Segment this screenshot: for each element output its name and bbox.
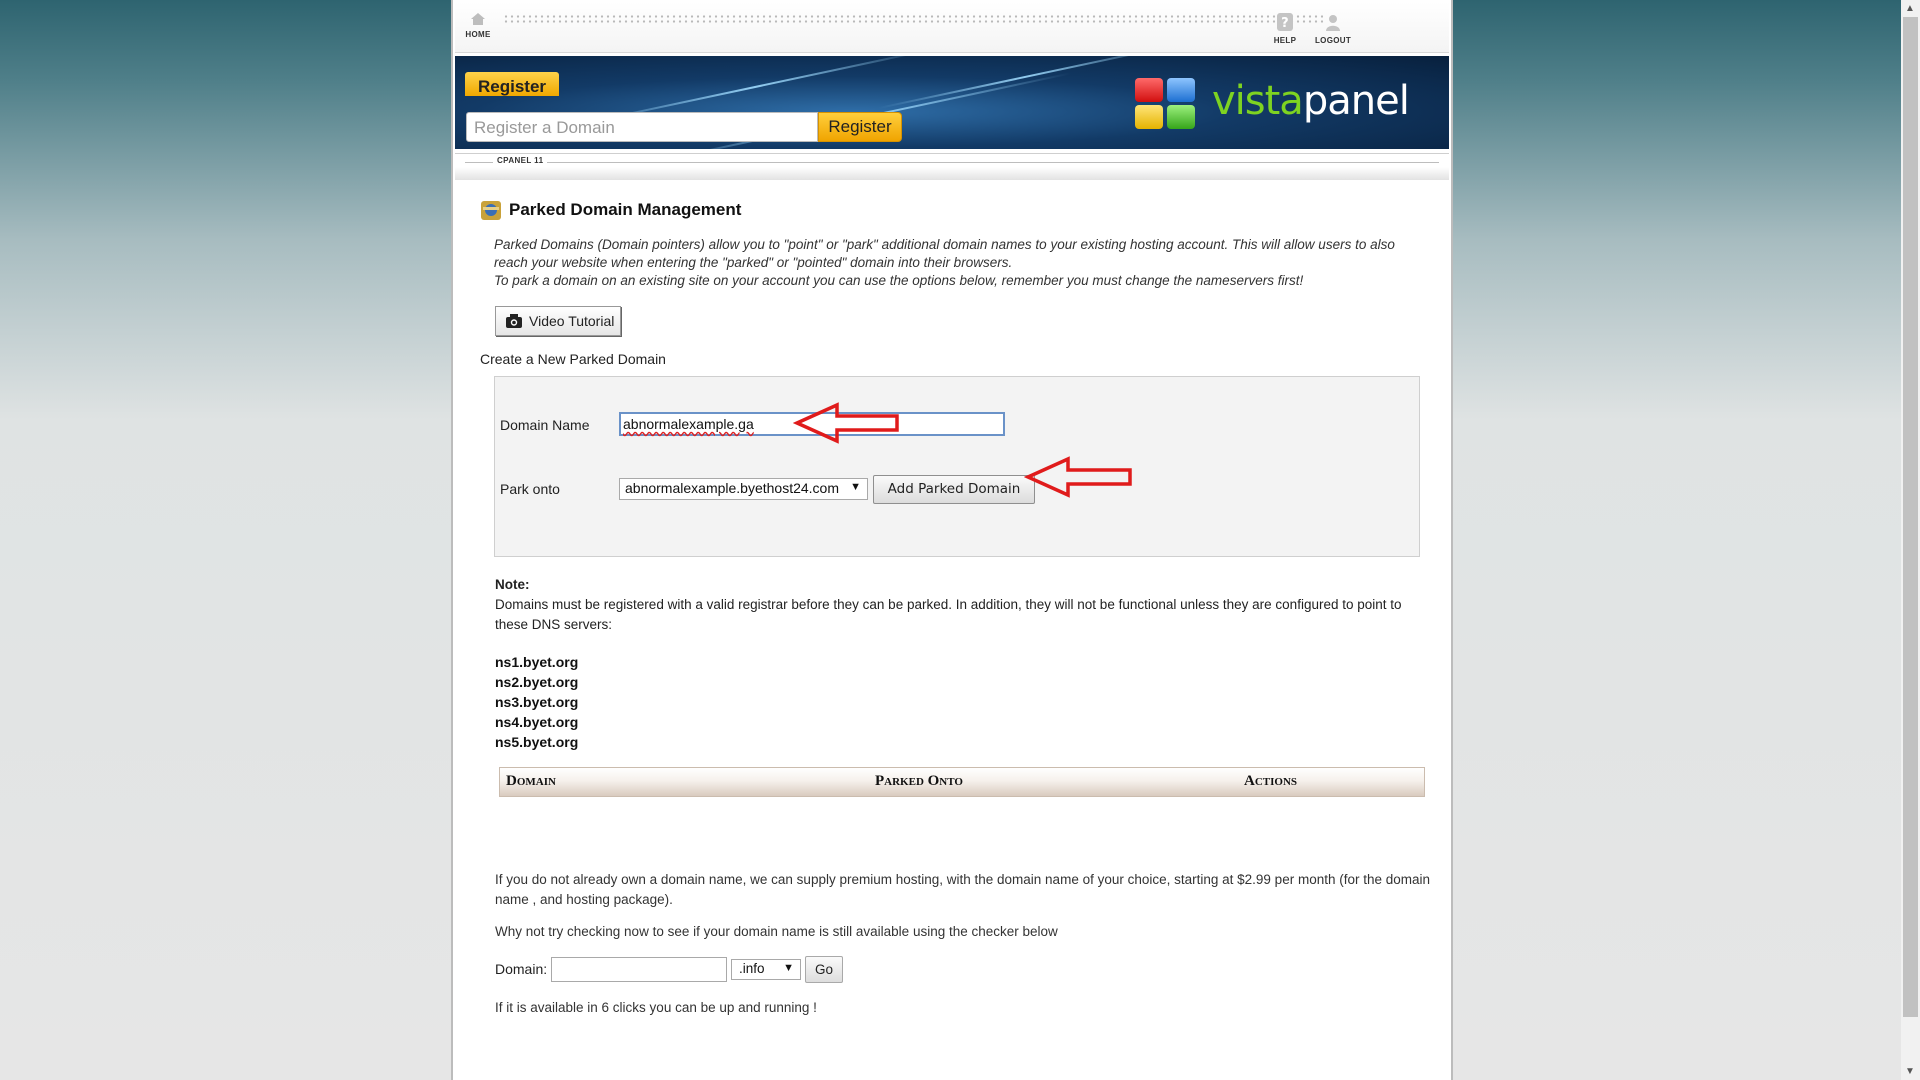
logout-label: LOGOUT bbox=[1314, 36, 1352, 45]
logout-link[interactable]: LOGOUT bbox=[1311, 12, 1355, 45]
nameserver-item: ns5.byet.org bbox=[495, 734, 579, 750]
promo-text: If you do not already own a domain name,… bbox=[495, 872, 1431, 907]
logout-icon bbox=[1326, 15, 1340, 31]
logo-square-blue bbox=[1167, 78, 1195, 102]
cpanel-label: CPANEL 11 bbox=[493, 156, 548, 165]
tld-select[interactable]: .info ▼ bbox=[731, 959, 801, 980]
park-onto-selected: abnormalexample.byethost24.com bbox=[625, 480, 840, 496]
home-icon bbox=[471, 13, 485, 25]
cpanel-divider bbox=[465, 162, 1439, 163]
top-nav-bar: HOME ? HELP LOGOUT bbox=[455, 2, 1449, 53]
domain-name-value: abnormalexample.ga bbox=[623, 416, 754, 432]
logo-square-yellow bbox=[1135, 105, 1163, 129]
promo-text: If it is available in 6 clicks you can b… bbox=[495, 1000, 817, 1015]
cpanel-bar: CPANEL 11 bbox=[455, 153, 1449, 180]
dropdown-arrow-icon: ▼ bbox=[850, 481, 861, 493]
nameserver-item: ns4.byet.org bbox=[495, 714, 579, 730]
create-parked-domain-form: Domain Name abnormalexample.ga Park onto… bbox=[494, 376, 1420, 557]
add-parked-domain-button[interactable]: Add Parked Domain bbox=[873, 475, 1035, 504]
note-title: Note: bbox=[495, 577, 530, 592]
parked-domain-icon bbox=[481, 201, 501, 220]
nameserver-item: ns1.byet.org bbox=[495, 654, 579, 670]
note-block: Note: Domains must be registered with a … bbox=[495, 575, 1415, 635]
scroll-up-icon[interactable]: ▲ bbox=[1905, 3, 1915, 14]
page-description: Parked Domains (Domain pointers) allow y… bbox=[494, 236, 1424, 290]
logo-square-green bbox=[1167, 105, 1195, 129]
scroll-down-icon[interactable]: ▼ bbox=[1905, 1066, 1915, 1077]
video-tutorial-label: Video Tutorial bbox=[529, 313, 615, 329]
title-row: Parked Domain Management bbox=[479, 198, 741, 222]
create-section-label: Create a New Parked Domain bbox=[480, 351, 666, 367]
help-icon: ? bbox=[1277, 13, 1293, 31]
page-scrollbar[interactable]: ▲ ▼ bbox=[1901, 0, 1920, 1080]
annotation-arrow-icon bbox=[793, 402, 899, 444]
description-paragraph: Parked Domains (Domain pointers) allow y… bbox=[494, 237, 1395, 270]
logo-square-red bbox=[1135, 78, 1163, 102]
register-domain-input[interactable]: Register a Domain bbox=[466, 112, 818, 142]
page-title: Parked Domain Management bbox=[509, 200, 742, 219]
dotted-divider bbox=[503, 14, 1323, 24]
home-label: HOME bbox=[465, 30, 491, 39]
annotation-arrow-icon bbox=[1024, 456, 1132, 498]
park-onto-label: Park onto bbox=[500, 481, 560, 497]
tld-selected: .info bbox=[739, 961, 765, 976]
logo-text-vista: vista bbox=[1212, 78, 1304, 124]
register-button[interactable]: Register bbox=[818, 112, 902, 142]
go-button[interactable]: Go bbox=[805, 956, 843, 983]
video-tutorial-button[interactable]: Video Tutorial bbox=[495, 306, 621, 336]
svg-text:?: ? bbox=[1281, 16, 1289, 31]
scrollbar-thumb[interactable] bbox=[1903, 17, 1918, 1017]
dropdown-arrow-icon: ▼ bbox=[783, 962, 794, 974]
register-tab: Register bbox=[465, 72, 559, 96]
nameserver-item: ns2.byet.org bbox=[495, 674, 579, 690]
domain-name-label: Domain Name bbox=[500, 417, 590, 433]
camera-icon bbox=[506, 314, 522, 328]
page-container: HOME ? HELP LOGOUT Register Register a D… bbox=[451, 0, 1453, 1080]
logo-text: vistapanel bbox=[1212, 78, 1410, 124]
domain-checker-input[interactable] bbox=[551, 957, 727, 982]
nameserver-item: ns3.byet.org bbox=[495, 694, 579, 710]
park-onto-select[interactable]: abnormalexample.byethost24.com ▼ bbox=[619, 478, 868, 500]
header-banner: Register Register a Domain Register vist… bbox=[455, 56, 1449, 149]
logo-text-panel: panel bbox=[1302, 78, 1410, 124]
description-paragraph: To park a domain on an existing site on … bbox=[494, 273, 1304, 288]
column-header-domain: Domain bbox=[506, 773, 556, 789]
home-link[interactable]: HOME bbox=[461, 12, 495, 39]
parked-domains-table-header: Domain Parked Onto Actions bbox=[499, 767, 1425, 797]
promo-text: Why not try checking now to see if your … bbox=[495, 924, 1058, 939]
column-header-parked-onto: Parked Onto bbox=[875, 773, 963, 789]
help-link[interactable]: ? HELP bbox=[1271, 12, 1299, 45]
help-label: HELP bbox=[1273, 36, 1297, 45]
domain-checker-label: Domain: bbox=[495, 961, 548, 977]
nameserver-list: ns1.byet.org ns2.byet.org ns3.byet.org n… bbox=[495, 652, 578, 752]
note-text: Domains must be registered with a valid … bbox=[495, 597, 1402, 632]
column-header-actions: Actions bbox=[1244, 773, 1298, 789]
